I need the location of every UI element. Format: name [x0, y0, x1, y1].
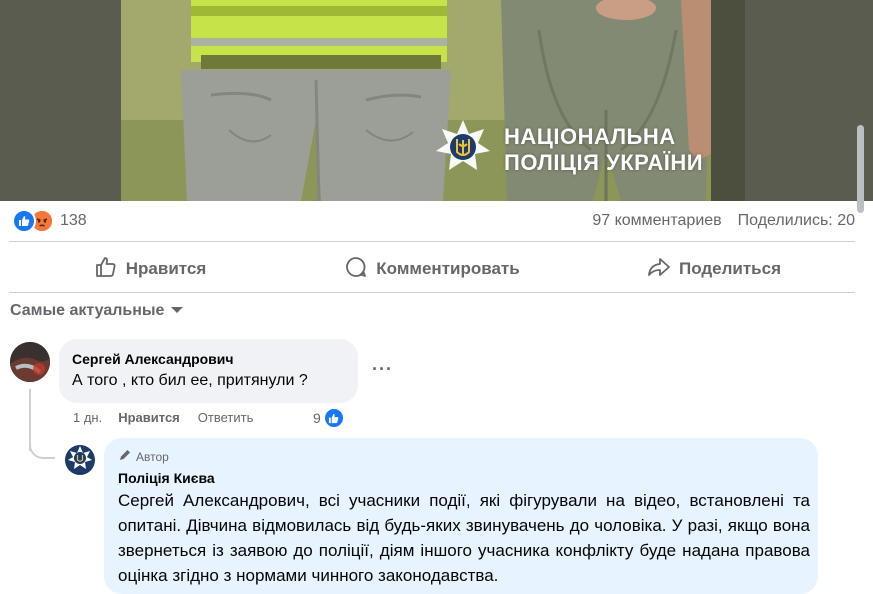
pencil-icon [118, 448, 132, 465]
reply-text: Сергей Александрович, всі учасники події… [118, 491, 810, 585]
avatar[interactable] [65, 445, 95, 475]
post-action-bar: Нравится Комментировать Поделиться [9, 250, 855, 288]
comments-sort-label: Самые актуальные [10, 302, 165, 319]
divider [9, 241, 855, 242]
watermark-line-1: НАЦІОНАЛЬНА [504, 123, 676, 149]
avatar[interactable] [10, 342, 50, 382]
reply-bubble: Автор Поліція Києва Сергей Александрович… [104, 438, 818, 594]
police-watermark: НАЦІОНАЛЬНА ПОЛІЦІЯ УКРАЇНИ [434, 118, 703, 181]
police-logo-icon [434, 118, 492, 181]
thread-line-curve [29, 433, 55, 459]
comment-reply-action[interactable]: Ответить [198, 410, 254, 425]
reply-author[interactable]: Поліція Києва [118, 470, 215, 486]
shares-count-link[interactable]: Поделились: 20 [738, 212, 855, 230]
comment-button[interactable]: Комментировать [291, 250, 573, 288]
reactions-summary[interactable]: 138 [12, 209, 87, 233]
divider [9, 292, 855, 293]
comment-reactions[interactable]: 9 [313, 407, 345, 429]
author-badge-label: Автор [136, 449, 169, 464]
comments-count-link[interactable]: 97 комментариев [592, 212, 721, 230]
comment-like-count: 9 [313, 410, 321, 426]
like-reaction-icon [322, 407, 345, 429]
like-button[interactable]: Нравится [9, 250, 291, 288]
like-reaction-icon [12, 209, 36, 233]
author-badge: Автор [118, 448, 169, 465]
like-button-label: Нравится [125, 259, 207, 278]
comment-button-label: Комментировать [376, 259, 520, 278]
watermark-line-2: ПОЛІЦІЯ УКРАЇНИ [504, 149, 704, 175]
comment-text: А того , кто бил ее, притянули ? [72, 372, 308, 389]
comment-like-action[interactable]: Нравится [118, 410, 180, 425]
share-button-label: Поделиться [678, 259, 782, 278]
comment-icon [344, 255, 368, 284]
comment-meta: 1 дн. Нравится Ответить [73, 410, 253, 425]
thumbs-up-icon [94, 255, 118, 284]
share-icon [647, 255, 671, 284]
scrollbar-thumb[interactable] [857, 125, 864, 213]
reactions-count: 138 [60, 212, 87, 229]
comment-bubble: Сергей Александрович А того , кто бил ее… [59, 339, 358, 403]
comment-author[interactable]: Сергей Александрович [72, 351, 234, 367]
share-button[interactable]: Поделиться [573, 250, 855, 288]
police-logo-icon [67, 445, 93, 476]
comments-sort-dropdown[interactable]: Самые актуальные [10, 302, 184, 320]
post-stats: 97 комментариев Поделились: 20 [592, 212, 855, 230]
comment-time[interactable]: 1 дн. [73, 410, 102, 425]
chevron-down-icon [170, 302, 184, 320]
comment-more-button[interactable]: ··· [372, 359, 393, 380]
